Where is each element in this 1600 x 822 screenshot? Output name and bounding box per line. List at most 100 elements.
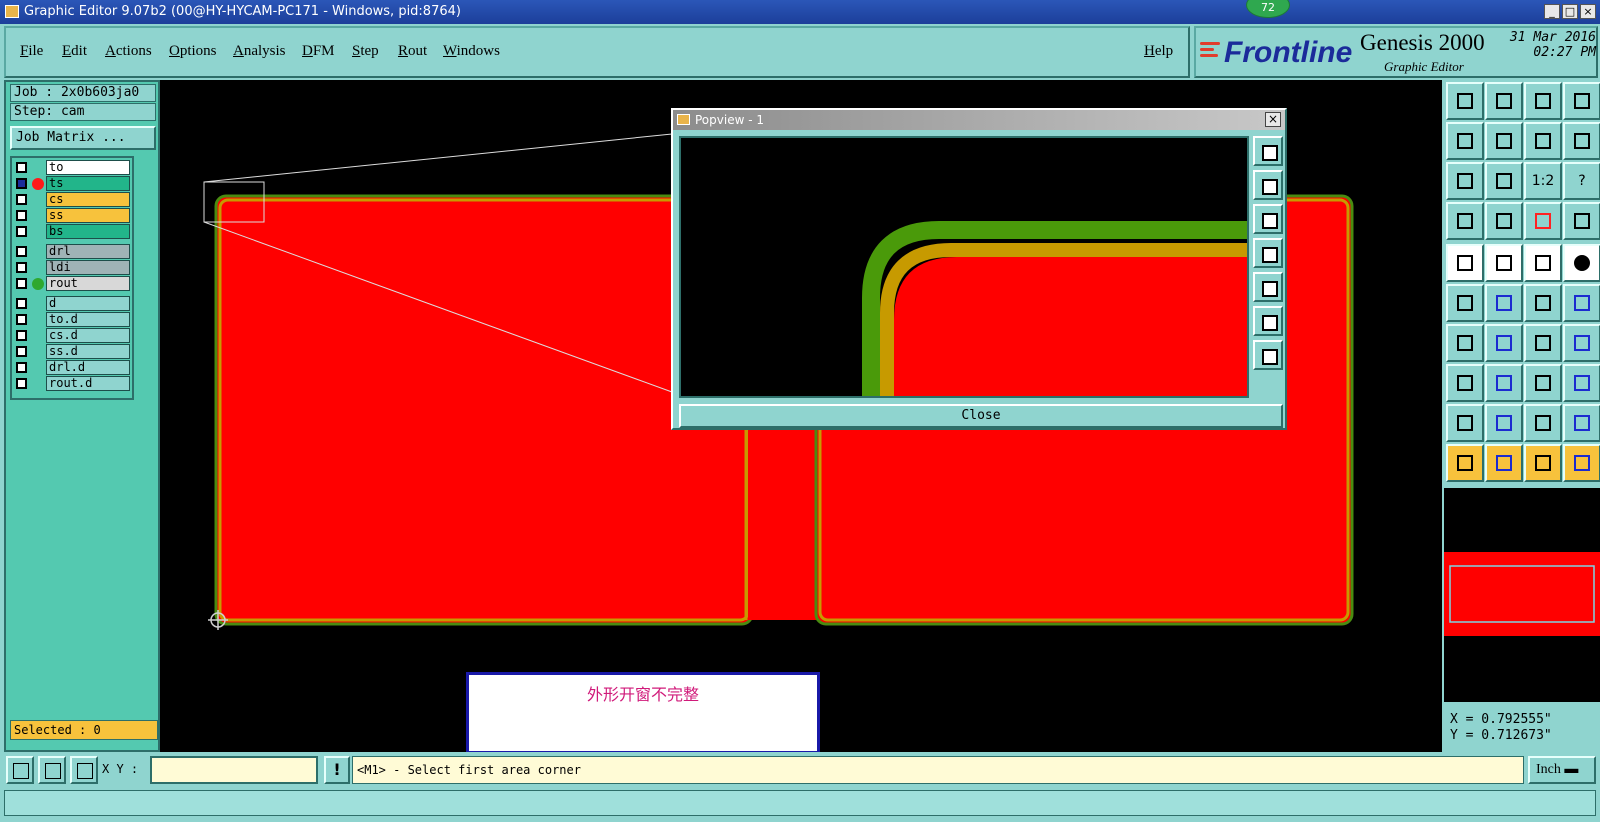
warning-button[interactable]: !: [324, 756, 350, 784]
grid-icon[interactable]: [1485, 202, 1523, 240]
layer-checkbox[interactable]: [16, 226, 27, 237]
popview-tool-1[interactable]: [1253, 136, 1283, 166]
select-pad-icon[interactable]: [1446, 244, 1484, 282]
xy-input[interactable]: [150, 756, 318, 784]
minimize-button[interactable]: _: [1544, 4, 1560, 19]
line-cut-icon[interactable]: [1485, 364, 1523, 402]
layer-name[interactable]: bs: [46, 224, 130, 239]
layer-row-bs[interactable]: bs: [14, 224, 130, 239]
netlist-icon[interactable]: [1563, 444, 1600, 482]
arc-icon[interactable]: [1524, 404, 1562, 442]
layer-row-d[interactable]: d: [14, 296, 130, 311]
layer-checkbox[interactable]: [16, 346, 27, 357]
layer-row-drl[interactable]: drl: [14, 244, 130, 259]
popview-close-icon[interactable]: ×: [1265, 112, 1281, 127]
layer-checkbox[interactable]: [16, 178, 27, 189]
menu-analysis[interactable]: Analysis: [233, 43, 286, 60]
cross-icon[interactable]: [1485, 284, 1523, 322]
layer-checkbox[interactable]: [16, 378, 27, 389]
popview-close-button[interactable]: Close: [679, 404, 1283, 428]
layer-checkbox[interactable]: [16, 314, 27, 325]
layer-red-icon[interactable]: [1524, 202, 1562, 240]
mirror-icon[interactable]: [1563, 324, 1600, 362]
layer-checkbox[interactable]: [16, 298, 27, 309]
layer-row-to[interactable]: to: [14, 160, 130, 175]
maximize-button[interactable]: □: [1562, 4, 1578, 19]
menu-file[interactable]: File: [20, 43, 43, 60]
pointer-box-icon[interactable]: [1485, 444, 1523, 482]
home-icon[interactable]: [1524, 82, 1562, 120]
layer-name[interactable]: cs.d: [46, 328, 130, 343]
mini-map[interactable]: [1444, 488, 1600, 702]
group-icon[interactable]: [1563, 364, 1600, 402]
layer-row-ss-d[interactable]: ss.d: [14, 344, 130, 359]
layer-name[interactable]: to: [46, 160, 130, 175]
layer-name[interactable]: drl.d: [46, 360, 130, 375]
layer-name[interactable]: ts: [46, 176, 130, 191]
snap-mode-icon[interactable]: [6, 756, 34, 784]
menu-step[interactable]: Step: [352, 43, 379, 60]
fit-all-icon[interactable]: [1446, 162, 1484, 200]
popview-tool-6[interactable]: [1253, 306, 1283, 336]
page-down-icon[interactable]: [1485, 82, 1523, 120]
zoom-out-icon[interactable]: [1485, 122, 1523, 160]
layer-name[interactable]: ldi: [46, 260, 130, 275]
triangle-icon[interactable]: [1446, 404, 1484, 442]
menu-rout[interactable]: Rout: [398, 43, 427, 60]
zoom-reset-icon[interactable]: [1524, 122, 1562, 160]
menu-options[interactable]: Options: [169, 43, 217, 60]
measure-icon[interactable]: [1446, 202, 1484, 240]
popview-tool-5[interactable]: [1253, 272, 1283, 302]
layer-row-to-d[interactable]: to.d: [14, 312, 130, 327]
menu-dfm[interactable]: DFM: [302, 43, 335, 60]
layer-checkbox[interactable]: [16, 330, 27, 341]
popview-tool-7[interactable]: [1253, 340, 1283, 370]
angle-mode-icon[interactable]: [38, 756, 66, 784]
units-selector[interactable]: Inch ▬: [1528, 756, 1596, 784]
ratio-icon[interactable]: 1:2: [1524, 162, 1562, 200]
layer-name[interactable]: ss.d: [46, 344, 130, 359]
line-icon[interactable]: [1446, 324, 1484, 362]
popview-canvas[interactable]: [679, 136, 1249, 398]
arrow-icon[interactable]: [1485, 324, 1523, 362]
layer-row-ss[interactable]: ss: [14, 208, 130, 223]
layer-row-rout-d[interactable]: rout.d: [14, 376, 130, 391]
layer-checkbox[interactable]: [16, 162, 27, 173]
layer-name[interactable]: d: [46, 296, 130, 311]
pointer-icon[interactable]: [1446, 444, 1484, 482]
popview-tool-4[interactable]: [1253, 238, 1283, 268]
redraw-icon[interactable]: [1563, 122, 1600, 160]
connect-icon[interactable]: [1446, 284, 1484, 322]
help-icon[interactable]: ?: [1563, 162, 1600, 200]
layer-name[interactable]: rout.d: [46, 376, 130, 391]
layer-name[interactable]: drl: [46, 244, 130, 259]
layer-row-ldi[interactable]: ldi: [14, 260, 130, 275]
copy-icon[interactable]: [1563, 284, 1600, 322]
layer-blue-icon[interactable]: [1563, 202, 1600, 240]
layer-row-rout[interactable]: rout: [14, 276, 130, 291]
arc-up-icon[interactable]: [1563, 404, 1600, 442]
grid-mode-icon[interactable]: [70, 756, 98, 784]
menu-help[interactable]: Help: [1144, 43, 1173, 60]
layer-name[interactable]: rout: [46, 276, 130, 291]
menu-edit[interactable]: Edit: [62, 43, 87, 60]
layer-name[interactable]: ss: [46, 208, 130, 223]
job-matrix-button[interactable]: Job Matrix ...: [10, 126, 156, 150]
menu-actions[interactable]: Actions: [105, 43, 152, 60]
layer-row-ts[interactable]: ts: [14, 176, 130, 191]
select-area-icon[interactable]: [1485, 244, 1523, 282]
layer-checkbox[interactable]: [16, 262, 27, 273]
layer-checkbox[interactable]: [16, 210, 27, 221]
menu-windows[interactable]: Windows: [443, 43, 500, 60]
popview-tool-3[interactable]: [1253, 204, 1283, 234]
layer-checkbox[interactable]: [16, 362, 27, 373]
layer-name[interactable]: to.d: [46, 312, 130, 327]
layer-checkbox[interactable]: [16, 194, 27, 205]
zoom-in-icon[interactable]: [1446, 122, 1484, 160]
layer-name[interactable]: cs: [46, 192, 130, 207]
pointer-frame-icon[interactable]: [1524, 444, 1562, 482]
layer-row-cs[interactable]: cs: [14, 192, 130, 207]
close-button[interactable]: ×: [1580, 4, 1596, 19]
popview-tool-2[interactable]: [1253, 170, 1283, 200]
ruler-icon[interactable]: [1524, 244, 1562, 282]
